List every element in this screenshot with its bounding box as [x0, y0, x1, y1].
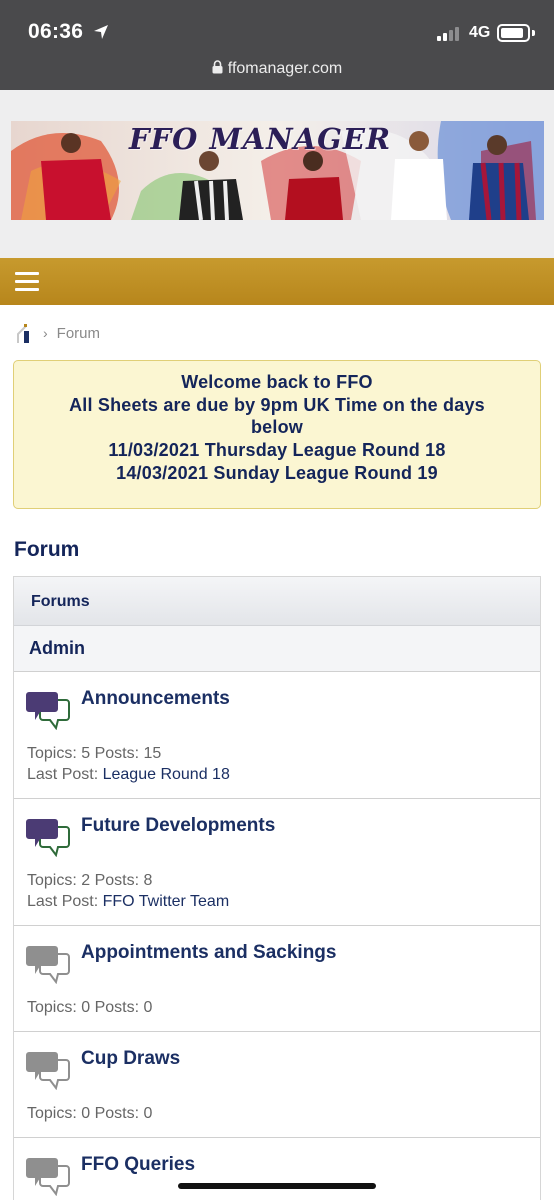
- notice-line: below: [250, 417, 303, 438]
- forum-last-post: Last Post: FFO Twitter Team: [27, 893, 229, 911]
- forum-row: FFO Queries: [14, 1138, 540, 1200]
- forum-list: Forums Admin Announcements Topics: 5 Pos…: [13, 576, 541, 1200]
- lock-icon: [212, 60, 223, 74]
- site-banner[interactable]: FFO MANAGER: [11, 121, 544, 220]
- signal-strength-icon: [437, 27, 459, 41]
- breadcrumb-forum[interactable]: Forum: [57, 325, 100, 342]
- forum-title[interactable]: Future Developments: [81, 815, 275, 837]
- forum-stats: Topics: 5 Posts: 15: [27, 745, 162, 762]
- battery-cap: [532, 30, 535, 36]
- speech-bubble-grey-icon: [26, 1052, 70, 1090]
- speech-bubble-purple-icon: [26, 692, 70, 730]
- site-header: FFO MANAGER: [0, 90, 554, 258]
- url-text: ffomanager.com: [227, 60, 343, 77]
- notice-line: 14/03/2021 Sunday League Round 19: [116, 462, 438, 483]
- last-post-label: Last Post:: [27, 893, 99, 910]
- forum-row: Announcements Topics: 5 Posts: 15 Last P…: [14, 672, 540, 799]
- nav-bar: [0, 258, 554, 305]
- clock: 06:36: [28, 20, 84, 43]
- battery-icon: [497, 24, 530, 42]
- notice-line: Welcome back to FFO: [181, 372, 373, 392]
- home-indicator[interactable]: [178, 1183, 376, 1189]
- last-post-link[interactable]: FFO Twitter Team: [103, 893, 230, 910]
- notice-line: All Sheets are due by 9pm UK Time on the…: [69, 394, 485, 415]
- location-arrow-icon: [94, 25, 108, 39]
- home-icon[interactable]: [15, 322, 37, 344]
- breadcrumb: › Forum: [15, 322, 100, 344]
- announcement-notice: Welcome back to FFO All Sheets are due b…: [13, 360, 541, 509]
- forums-header: Forums: [14, 577, 540, 626]
- chevron-right-icon: ›: [43, 325, 48, 341]
- last-post-label: Last Post:: [27, 766, 99, 783]
- forum-row: Cup Draws Topics: 0 Posts: 0: [14, 1032, 540, 1138]
- speech-bubble-grey-icon: [26, 1158, 70, 1196]
- network-type: 4G: [469, 24, 491, 41]
- forum-stats: Topics: 0 Posts: 0: [27, 999, 153, 1016]
- page-title: Forum: [14, 538, 80, 561]
- forum-stats: Topics: 2 Posts: 8: [27, 872, 153, 889]
- speech-bubble-purple-icon: [26, 819, 70, 857]
- forum-title[interactable]: Announcements: [81, 688, 230, 710]
- forum-last-post: Last Post: League Round 18: [27, 766, 230, 784]
- banner-title: FFO MANAGER: [129, 122, 392, 156]
- forum-row: Future Developments Topics: 2 Posts: 8 L…: [14, 799, 540, 926]
- forum-title[interactable]: Appointments and Sackings: [81, 942, 336, 964]
- speech-bubble-grey-icon: [26, 946, 70, 984]
- url-bar[interactable]: ffomanager.com: [0, 60, 554, 78]
- last-post-link[interactable]: League Round 18: [103, 766, 230, 783]
- forum-title[interactable]: FFO Queries: [81, 1154, 195, 1176]
- forum-title[interactable]: Cup Draws: [81, 1048, 180, 1070]
- status-bar: 06:36 4G ffomanager.com: [0, 0, 554, 90]
- notice-line: 11/03/2021 Thursday League Round 18: [108, 440, 446, 461]
- forum-row: Appointments and Sackings Topics: 0 Post…: [14, 926, 540, 1032]
- category-admin[interactable]: Admin: [14, 626, 540, 672]
- forum-stats: Topics: 0 Posts: 0: [27, 1105, 153, 1122]
- menu-icon[interactable]: [15, 272, 39, 292]
